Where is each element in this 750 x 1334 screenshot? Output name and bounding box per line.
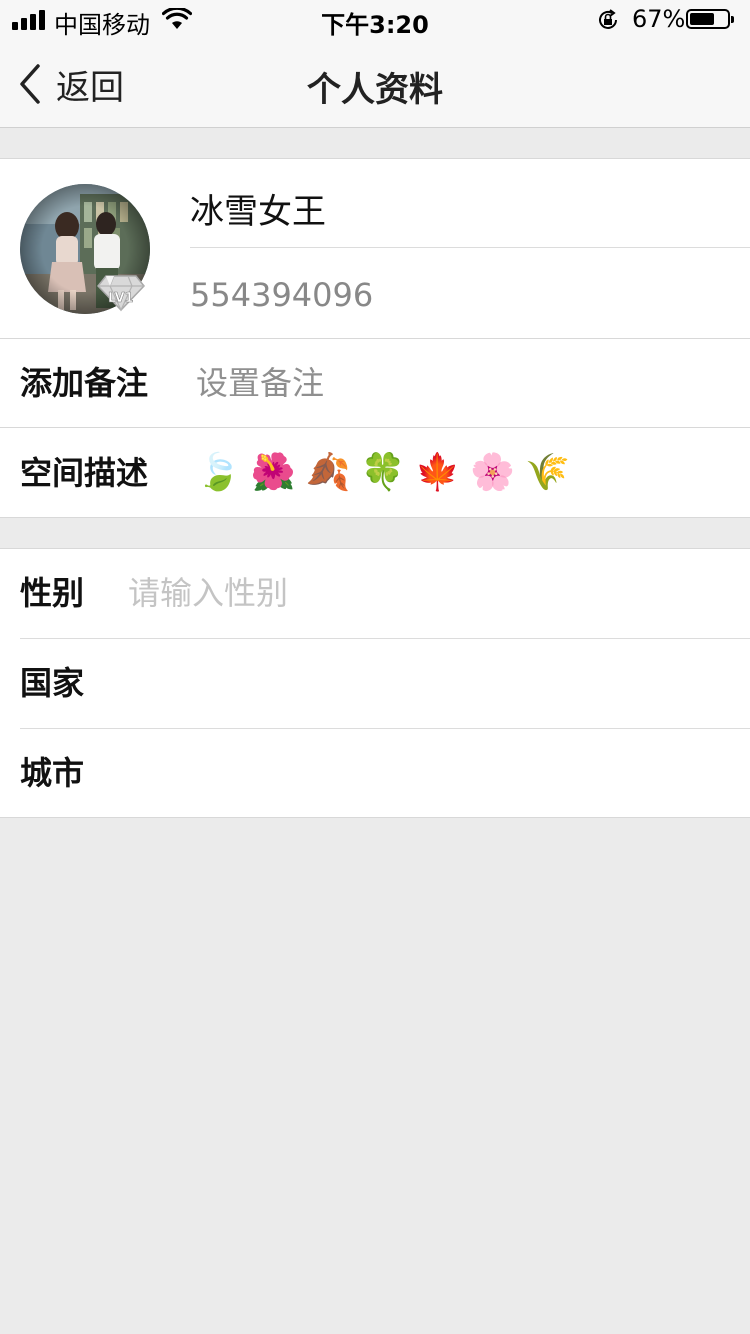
space-description-label: 空间描述 <box>20 454 149 492</box>
battery-icon <box>686 9 734 29</box>
remark-row[interactable]: 添加备注 设置备注 <box>0 339 750 428</box>
country-row[interactable]: 国家 <box>0 639 750 728</box>
status-bar: 中国移动 下午3:20 67% <box>0 0 750 40</box>
gender-row[interactable]: 性别 请输入性别 <box>0 549 750 638</box>
country-label: 国家 <box>20 664 85 702</box>
remark-input[interactable]: 设置备注 <box>196 339 324 428</box>
battery-percent: 67% <box>632 5 686 33</box>
navigation-bar: 返回 个人资料 <box>0 40 750 128</box>
info-group: 性别 请输入性别 国家 城市 <box>0 548 750 818</box>
profile-header: LV1 冰雪女王 554394096 <box>0 158 750 339</box>
space-description-row[interactable]: 空间描述 🍃🌺🍂🍀🍁🌸🌾 <box>0 428 750 518</box>
nickname: 冰雪女王 <box>190 192 326 232</box>
page-title: 个人资料 <box>307 70 443 110</box>
account-number: 554394096 <box>190 276 374 314</box>
city-label: 城市 <box>20 754 85 792</box>
gender-label: 性别 <box>20 574 85 612</box>
remark-label: 添加备注 <box>20 364 149 402</box>
orientation-lock-icon <box>599 9 617 29</box>
gender-input[interactable]: 请输入性别 <box>128 549 288 638</box>
divider <box>190 247 750 248</box>
space-description-emojis: 🍃🌺🍂🍀🍁🌸🌾 <box>196 452 580 493</box>
level-badge: LV1 <box>108 291 134 307</box>
city-row[interactable]: 城市 <box>0 729 750 818</box>
